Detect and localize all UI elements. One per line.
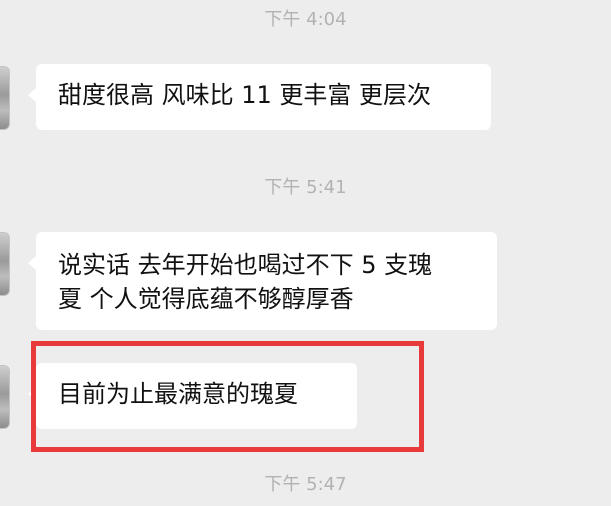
timestamp: 下午 5:47	[264, 474, 347, 495]
contact-avatar[interactable]	[0, 365, 10, 429]
timestamp: 下午 4:04	[264, 9, 347, 30]
message-text-line: 夏 个人觉得底蕴不够醇厚香	[58, 285, 354, 313]
contact-avatar[interactable]	[0, 66, 10, 130]
message-bubble[interactable]: 目前为止最满意的瑰夏	[28, 363, 357, 429]
message-text-line: 说实话 去年开始也喝过不下 5 支瑰	[58, 251, 433, 279]
message-bubble[interactable]: 说实话 去年开始也喝过不下 5 支瑰 夏 个人觉得底蕴不够醇厚香	[28, 232, 497, 330]
message-text: 目前为止最满意的瑰夏	[58, 380, 298, 408]
contact-avatar[interactable]	[0, 232, 10, 296]
chat-conversation: 下午 4:04 甜度很高 风味比 11 更丰富 更层次 下午 5:41 说实话 …	[0, 0, 611, 506]
timestamp: 下午 5:41	[264, 177, 347, 198]
message-bubble[interactable]: 甜度很高 风味比 11 更丰富 更层次	[28, 64, 491, 130]
message-text: 甜度很高 风味比 11 更丰富 更层次	[58, 81, 432, 109]
